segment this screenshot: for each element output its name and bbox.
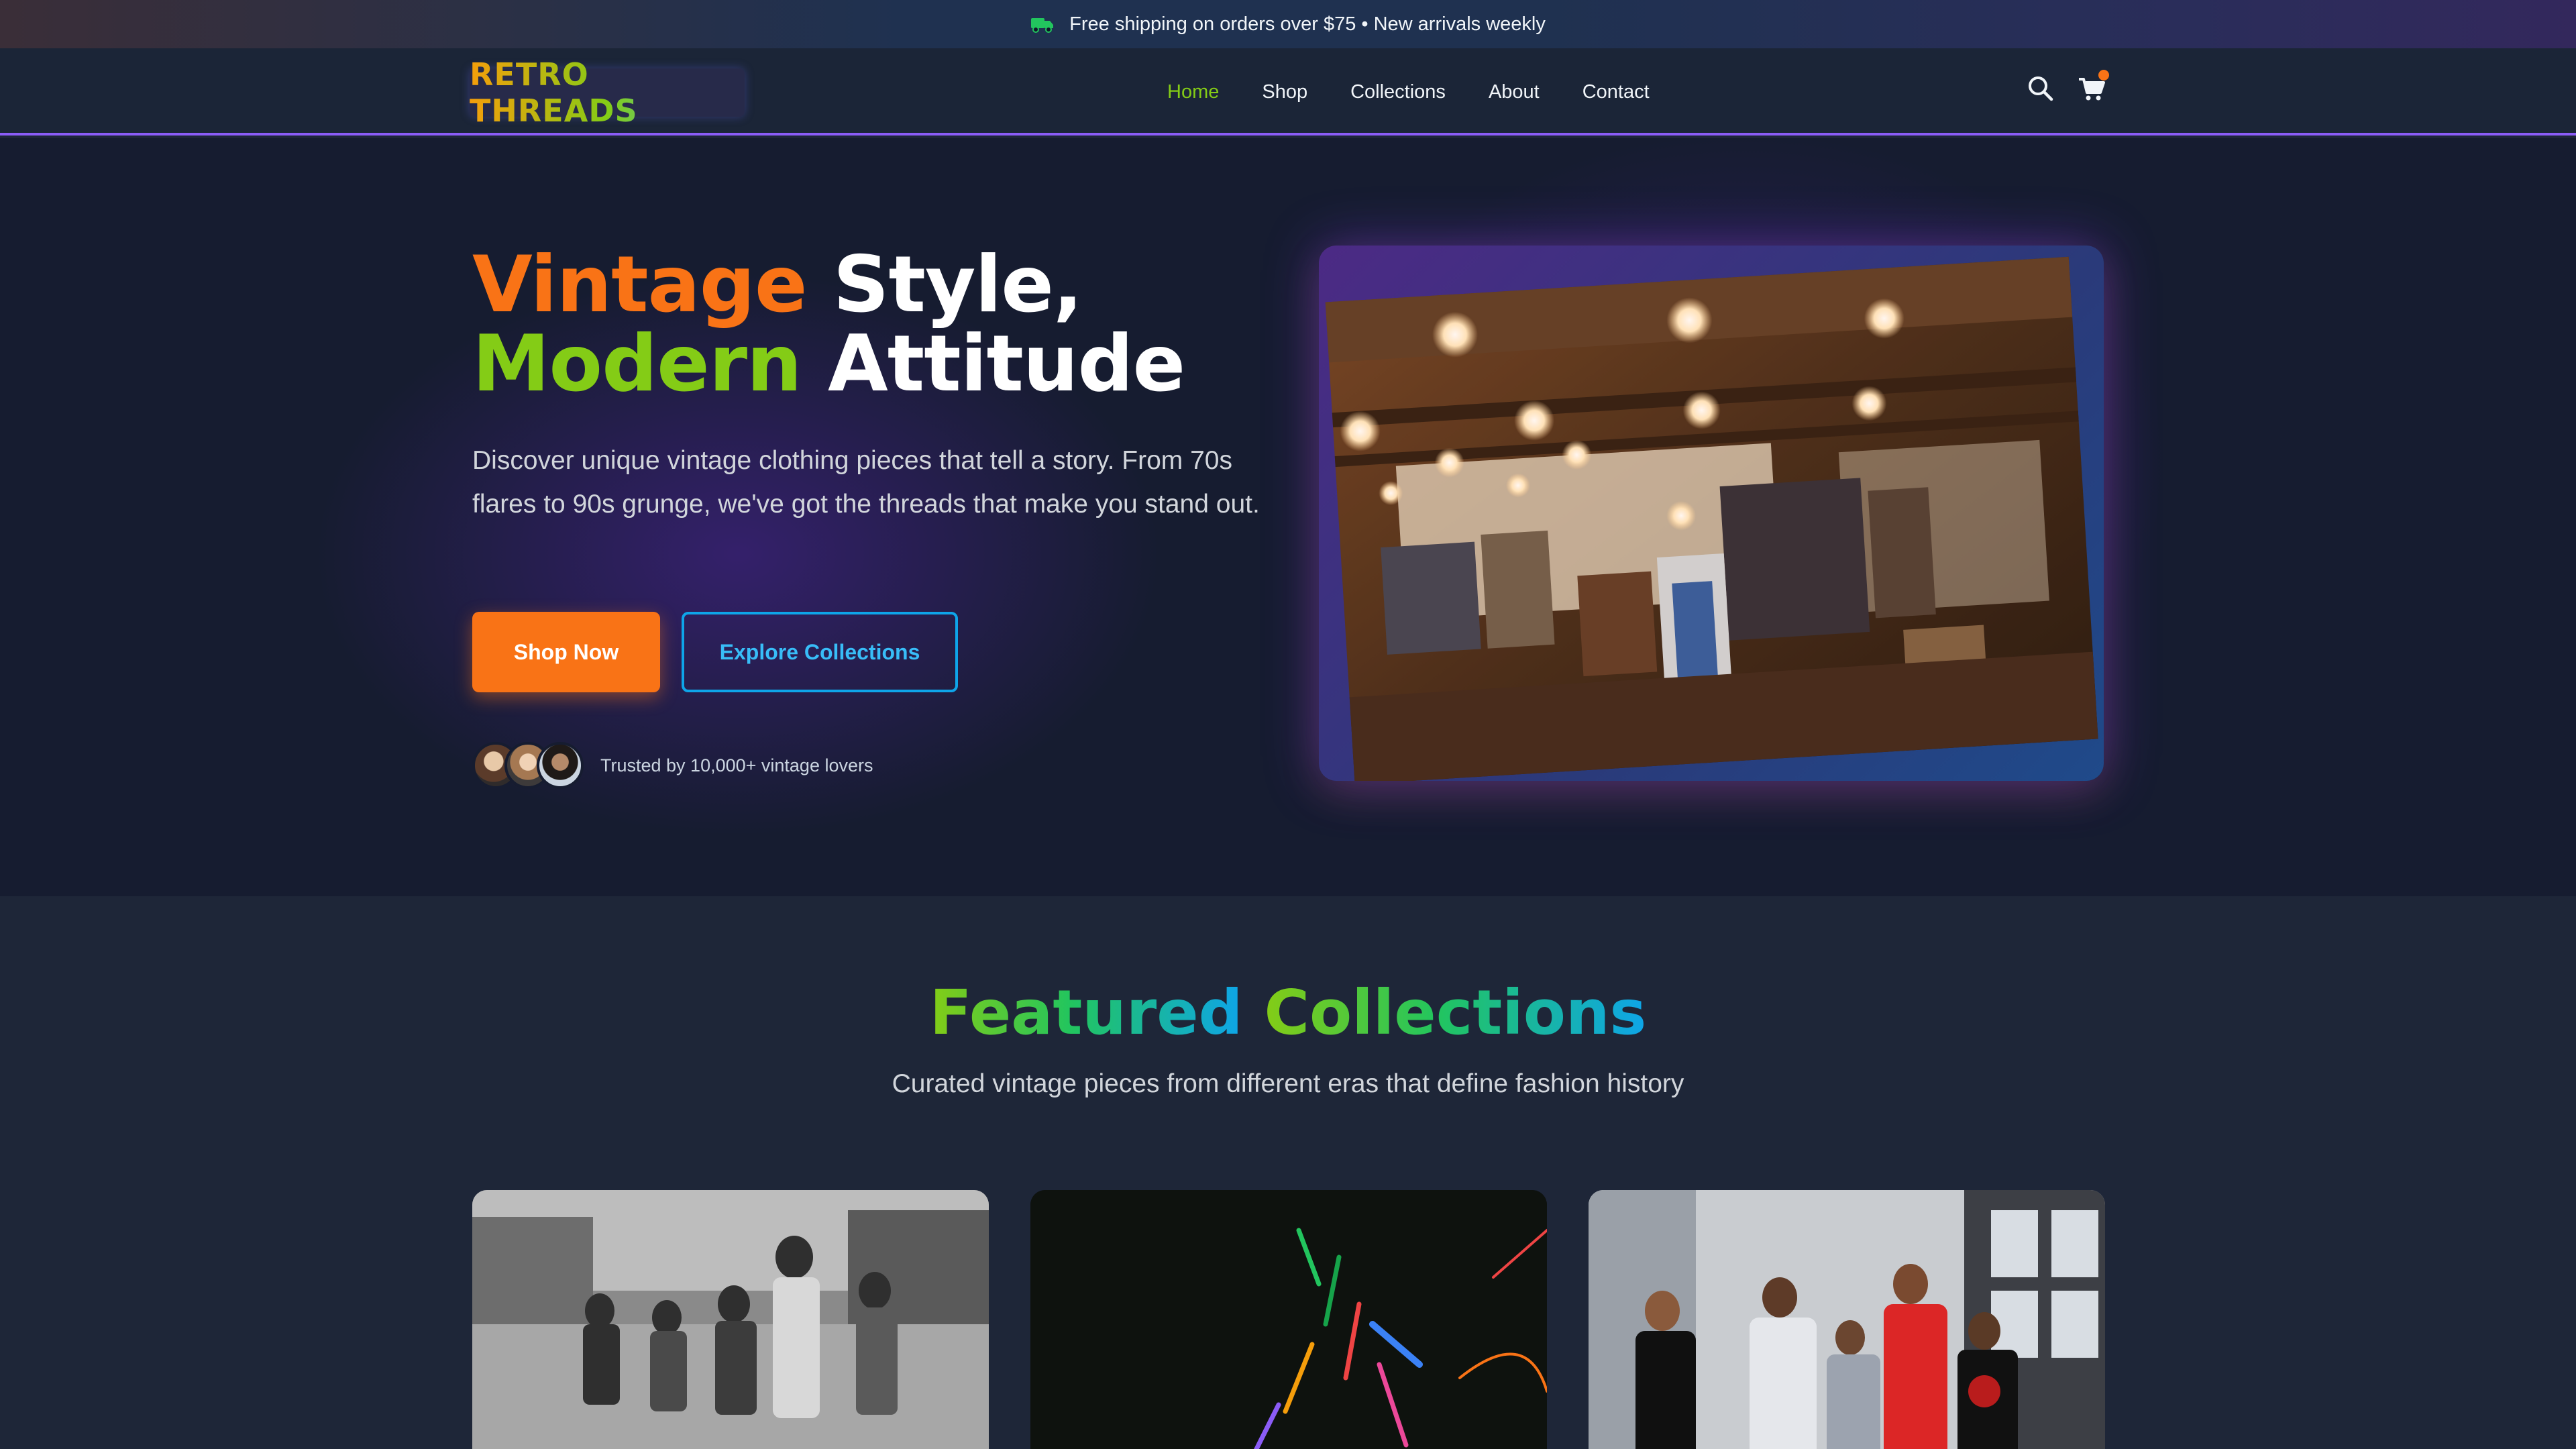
site-header: RETRO THREADS Home Shop Collections Abou… xyxy=(0,48,2576,136)
collection-card-3[interactable] xyxy=(1589,1190,2105,1449)
hero-title: Vintage Style, Modern Attitude xyxy=(472,246,1311,404)
cart-button[interactable] xyxy=(2077,70,2109,103)
nav-shop[interactable]: Shop xyxy=(1262,81,1307,103)
search-icon xyxy=(2029,76,2053,101)
featured-title-word2: Collections xyxy=(1264,977,1647,1049)
nav-about[interactable]: About xyxy=(1489,81,1540,103)
hero-image xyxy=(1319,246,2104,781)
hero-section: Vintage Style, Modern Attitude Discover … xyxy=(0,138,2576,896)
featured-title-word1: Featured xyxy=(929,977,1243,1049)
main-nav: Home Shop Collections About Contact xyxy=(1167,48,1650,136)
trusted-text: Trusted by 10,000+ vintage lovers xyxy=(600,755,873,775)
hero-title-vintage: Vintage xyxy=(472,239,808,330)
logo-text: RETRO THREADS xyxy=(470,56,745,129)
nav-collections[interactable]: Collections xyxy=(1350,81,1446,103)
announcement-bar: Free shipping on orders over $75 • New a… xyxy=(0,0,2576,48)
collection-image-neon xyxy=(1030,1190,1547,1449)
featured-subtitle: Curated vintage pieces from different er… xyxy=(892,1069,1684,1098)
collection-card-2[interactable] xyxy=(1030,1190,1547,1449)
logo[interactable]: RETRO THREADS xyxy=(470,56,745,129)
hero-description: Discover unique vintage clothing pieces … xyxy=(472,446,1260,519)
nav-home[interactable]: Home xyxy=(1167,81,1219,103)
collection-card-1[interactable] xyxy=(472,1190,989,1449)
customer-avatars xyxy=(472,742,584,789)
avatar xyxy=(537,742,584,789)
header-actions xyxy=(2026,70,2109,103)
announcement-text: Free shipping on orders over $75 • New a… xyxy=(1069,13,1546,35)
search-button[interactable] xyxy=(2026,74,2055,103)
hero-title-attitude: Attitude xyxy=(828,319,1185,409)
hero-title-style: Style, xyxy=(833,239,1083,330)
nav-contact[interactable]: Contact xyxy=(1582,81,1650,103)
collection-image-90s xyxy=(1589,1190,2105,1449)
hero-title-modern: Modern xyxy=(472,319,802,409)
cart-badge xyxy=(2098,70,2109,80)
featured-collections-section: Featured Collections Curated vintage pie… xyxy=(0,896,2576,1449)
featured-title: Featured Collections xyxy=(0,977,2576,1049)
collection-image-70s xyxy=(472,1190,989,1449)
explore-collections-button[interactable]: Explore Collections xyxy=(682,612,958,692)
shop-now-button[interactable]: Shop Now xyxy=(472,612,660,692)
truck-icon xyxy=(1031,18,1054,33)
vintage-store-photo xyxy=(1325,256,2098,781)
